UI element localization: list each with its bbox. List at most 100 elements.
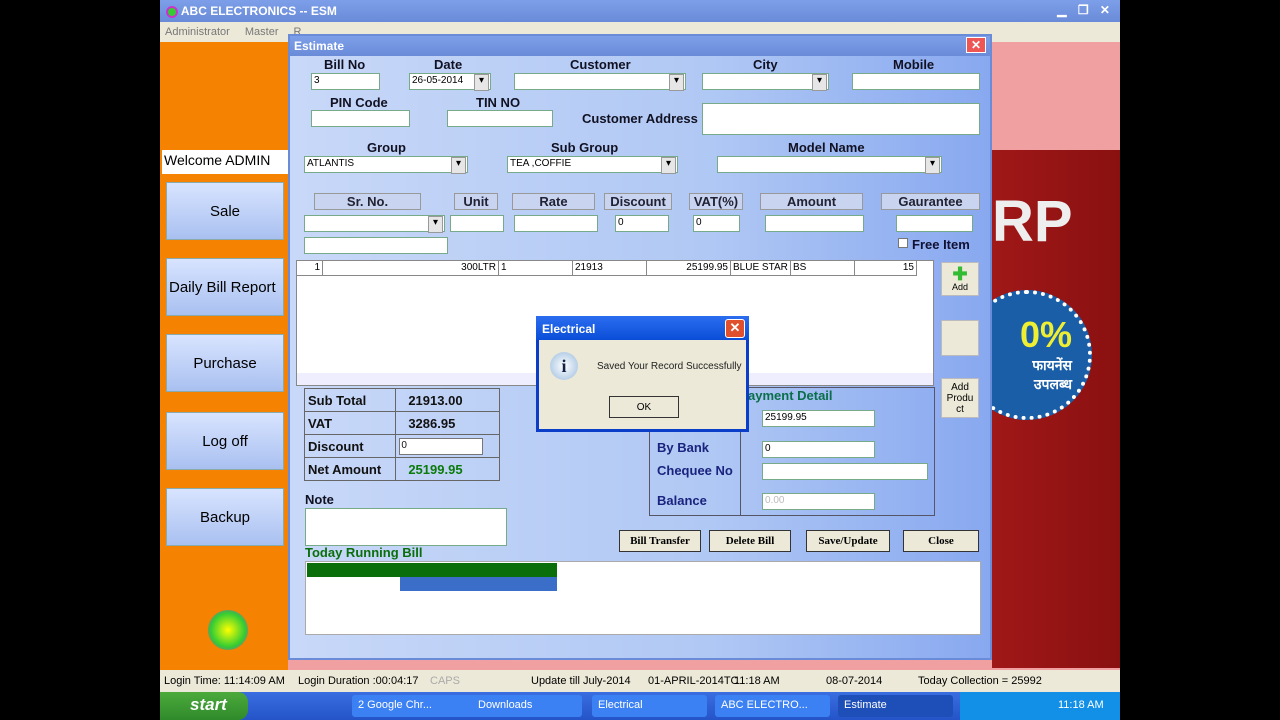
cell-rate: 21913: [573, 261, 647, 276]
note-label: Note: [305, 492, 334, 507]
date-label: Date: [434, 57, 463, 72]
customer-select[interactable]: [514, 73, 686, 91]
estimate-close-icon[interactable]: ✕: [965, 37, 986, 53]
add-button[interactable]: ✚ Add: [941, 262, 979, 296]
sub-total-label: Sub Total: [303, 388, 397, 412]
cheque-input[interactable]: [762, 463, 928, 480]
today-running-chart: [305, 561, 981, 635]
payment-detail-title: ayment Detail: [748, 388, 833, 403]
free-item-checkbox[interactable]: [898, 238, 908, 248]
group-label: Group: [367, 140, 406, 155]
caps-indicator: CAPS: [430, 675, 460, 687]
guarantee-input[interactable]: [896, 215, 973, 232]
task-downloads[interactable]: Downloads: [472, 695, 582, 717]
col-sr-no: Sr. No.: [314, 193, 421, 210]
ad-caption: फायनेंस उपलब्ध: [1032, 357, 1072, 392]
bill-transfer-button[interactable]: Bill Transfer: [619, 530, 701, 552]
app-title-bar: ABC ELECTRONICS -- ESM ▁ ❐ ✕: [160, 0, 1120, 22]
discount-total-input[interactable]: 0: [399, 437, 484, 455]
cell-guarantee: 15: [855, 261, 917, 276]
start-button[interactable]: start: [160, 692, 248, 720]
ok-button[interactable]: OK: [609, 396, 679, 418]
sale-button[interactable]: Sale: [166, 182, 284, 240]
update-till: Update till July-2014: [531, 675, 631, 687]
status-date: 08-07-2014: [826, 675, 883, 687]
vat-input[interactable]: 0: [693, 215, 740, 232]
group-select[interactable]: ATLANTIS: [304, 156, 468, 174]
dialog-message: Saved Your Record Successfully: [597, 361, 742, 372]
model-select[interactable]: [717, 156, 942, 174]
menu-master[interactable]: Master: [245, 26, 279, 38]
add-label: Add: [951, 282, 968, 292]
city-select[interactable]: [702, 73, 829, 91]
estimate-title: Estimate: [294, 39, 345, 53]
bill-no-input[interactable]: 3: [311, 73, 380, 90]
task-abc-electronics[interactable]: ABC ELECTRO...: [715, 695, 830, 717]
unit-input[interactable]: [450, 215, 504, 232]
backup-button[interactable]: Backup: [166, 488, 284, 546]
description-input[interactable]: [304, 237, 448, 254]
menu-administrator[interactable]: Administrator: [165, 26, 230, 38]
cell-unit: 1: [499, 261, 573, 276]
cell-model: 300LTR: [323, 261, 499, 276]
vat-label: VAT: [303, 411, 397, 435]
tin-input[interactable]: [447, 110, 553, 127]
net-amount-value: 25199.95: [395, 457, 500, 481]
estimate-title-bar: Estimate ✕: [290, 36, 990, 56]
note-input[interactable]: [305, 508, 507, 546]
logoff-button[interactable]: Log off: [166, 412, 284, 470]
close-button[interactable]: Close: [903, 530, 979, 552]
dialog-title: Electrical: [536, 316, 749, 340]
taskbar: start 2 Google Chr... Downloads Electric…: [160, 692, 1120, 720]
col-amount: Amount: [760, 193, 863, 210]
tin-label: TIN NO: [476, 95, 521, 110]
task-electrical[interactable]: Electrical: [592, 695, 707, 717]
ad-text: RP: [992, 189, 1073, 254]
amount-input[interactable]: [765, 215, 864, 232]
rate-input[interactable]: [514, 215, 598, 232]
city-label: City: [753, 57, 778, 72]
purchase-button[interactable]: Purchase: [166, 334, 284, 392]
bill-no-label: Bill No: [324, 57, 366, 72]
delete-bill-button[interactable]: Delete Bill: [709, 530, 791, 552]
pin-label: PIN Code: [330, 95, 388, 110]
sr-no-select[interactable]: [304, 215, 445, 233]
running-bar-blue: [400, 577, 557, 591]
daily-bill-report-button[interactable]: Daily Bill Report: [166, 258, 284, 316]
login-time: Login Time: 11:14:09 AM: [164, 675, 285, 687]
model-label: Model Name: [788, 140, 865, 155]
blank-button[interactable]: [941, 320, 979, 356]
col-vat: VAT(%): [689, 193, 743, 210]
cell-sr: 1: [297, 261, 323, 276]
by-bank-label: By Bank: [657, 440, 710, 455]
mobile-input[interactable]: [852, 73, 980, 90]
date-picker[interactable]: 26-05-2014: [409, 73, 491, 91]
cash-input[interactable]: 25199.95: [762, 410, 875, 427]
address-label: Customer Address: [582, 111, 698, 126]
sub-group-select[interactable]: TEA ,COFFIE: [507, 156, 678, 174]
financial-year: 01-APRIL-2014TC: [648, 675, 739, 687]
task-estimate[interactable]: Estimate: [838, 695, 953, 717]
cell-brand: BLUE STAR: [731, 261, 791, 276]
pin-input[interactable]: [311, 110, 410, 127]
net-amount-label: Net Amount: [303, 457, 397, 481]
today-collection: Today Collection = 25992: [918, 675, 1042, 687]
cell-code: BS: [791, 261, 855, 276]
discount-total-label: Discount: [303, 434, 397, 458]
col-unit: Unit: [454, 193, 498, 210]
discount-input[interactable]: 0: [615, 215, 669, 232]
task-chrome[interactable]: 2 Google Chr...: [352, 695, 492, 717]
mobile-label: Mobile: [893, 57, 935, 72]
col-guarantee: Gaurantee: [881, 193, 980, 210]
add-product-button[interactable]: Add Produ ct: [941, 378, 979, 418]
window-controls[interactable]: ▁ ❐ ✕: [1057, 3, 1114, 17]
app-icon: [166, 5, 178, 18]
running-bar-green: [307, 563, 557, 577]
save-update-button[interactable]: Save/Update: [806, 530, 890, 552]
by-bank-input[interactable]: 0: [762, 441, 875, 458]
balance-input: 0.00: [762, 493, 875, 510]
cheque-label: Chequee No: [657, 463, 733, 478]
address-input[interactable]: [702, 103, 980, 135]
dialog-close-icon[interactable]: ✕: [725, 319, 745, 338]
col-discount: Discount: [604, 193, 672, 210]
